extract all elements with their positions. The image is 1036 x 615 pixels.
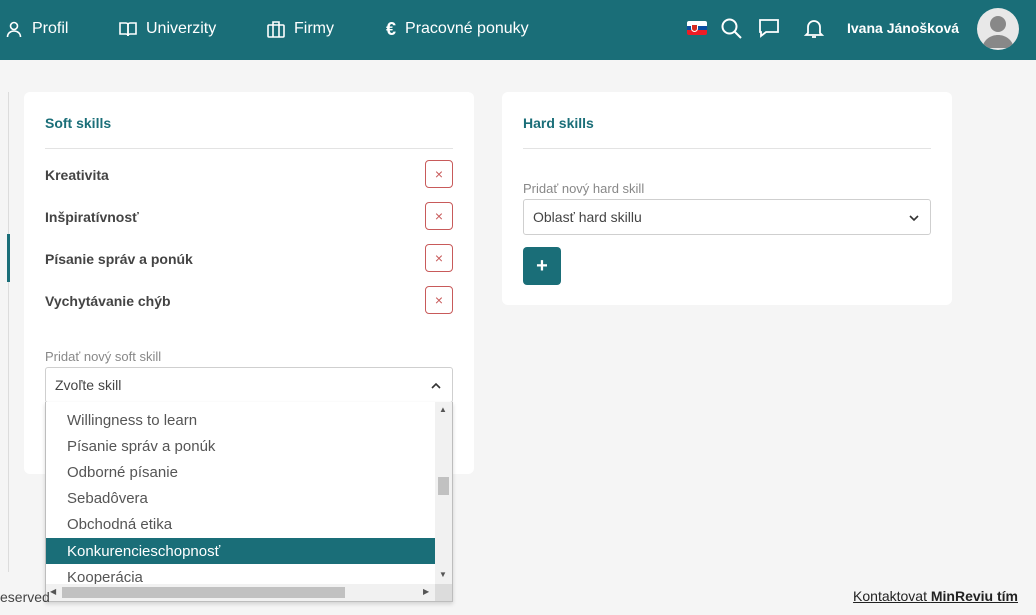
dropdown-option[interactable]: Sebadôvera <box>46 485 436 511</box>
skill-row: Kreativita × <box>45 160 453 195</box>
soft-skill-dropdown-list[interactable]: Willingness to learn Písanie správ a pon… <box>45 402 453 602</box>
skill-row: Inšpiratívnosť × <box>45 202 453 237</box>
hard-skill-select-value: Oblasť hard skillu <box>533 209 642 225</box>
add-soft-skill-label: Pridať nový soft skill <box>45 349 162 364</box>
hard-skills-title: Hard skills <box>523 115 594 131</box>
dropdown-option[interactable]: Písanie správ a ponúk <box>46 433 436 459</box>
slovak-flag-icon[interactable] <box>687 21 707 35</box>
euro-icon: € <box>386 18 397 39</box>
vertical-scrollbar[interactable]: ▲ ▼ <box>435 402 452 585</box>
username[interactable]: Ivana Jánošková <box>847 20 959 36</box>
building-icon <box>267 21 285 38</box>
scrollbar-corner <box>435 584 452 601</box>
user-icon <box>6 21 22 38</box>
chevron-up-icon <box>431 382 441 389</box>
nav-univerzity-label: Univerzity <box>146 20 217 37</box>
skill-name: Kreativita <box>45 167 109 183</box>
scroll-up-arrow-icon[interactable]: ▲ <box>439 405 447 414</box>
nav-univerzity[interactable]: Univerzity <box>118 0 216 58</box>
nav-firmy[interactable]: Firmy <box>266 0 334 58</box>
skill-row: Vychytávanie chýb × <box>45 286 453 321</box>
skill-name: Vychytávanie chýb <box>45 293 171 309</box>
close-icon: × <box>434 208 444 224</box>
divider <box>523 148 931 149</box>
nav-pracovne-ponuky[interactable]: € Pracovné ponuky <box>386 0 529 58</box>
divider <box>45 148 453 149</box>
skill-row: Písanie správ a ponúk × <box>45 244 453 279</box>
add-hard-skill-label: Pridať nový hard skill <box>523 181 645 196</box>
hard-skills-card: Hard skills Pridať nový hard skill Oblas… <box>502 92 952 305</box>
close-icon: × <box>434 250 444 266</box>
nav-profil-label: Profil <box>32 20 69 37</box>
nav-firmy-label: Firmy <box>294 20 334 37</box>
left-sidebar-active-marker <box>7 234 10 282</box>
horizontal-scrollbar[interactable]: ◀ ▶ <box>46 584 436 601</box>
delete-skill-button[interactable]: × <box>425 286 453 314</box>
hard-skill-select[interactable]: Oblasť hard skillu <box>523 199 931 235</box>
horizontal-scroll-thumb[interactable] <box>62 587 345 598</box>
book-icon <box>119 22 137 37</box>
chat-icon[interactable] <box>757 16 781 40</box>
scroll-down-arrow-icon[interactable]: ▼ <box>439 570 447 579</box>
bell-icon[interactable] <box>802 16 826 40</box>
footer-contact-link[interactable]: Kontaktovat MinReviu tím <box>853 588 1018 604</box>
top-navbar: Profil Univerzity Firmy € Pracovné ponuk… <box>0 0 1036 60</box>
dropdown-option[interactable]: Obchodná etika <box>46 511 436 537</box>
soft-skills-title: Soft skills <box>45 115 112 131</box>
footer-contact-text: Kontaktovat <box>853 588 927 604</box>
left-sidebar-edge <box>8 92 9 572</box>
vertical-scroll-thumb[interactable] <box>438 477 449 495</box>
skill-name: Inšpiratívnosť <box>45 209 139 225</box>
delete-skill-button[interactable]: × <box>425 244 453 272</box>
dropdown-option[interactable]: Willingness to learn <box>46 407 436 433</box>
delete-skill-button[interactable]: × <box>425 160 453 188</box>
search-icon[interactable] <box>719 16 743 40</box>
scroll-right-arrow-icon[interactable]: ▶ <box>423 587 429 596</box>
nav-profil[interactable]: Profil <box>4 0 68 58</box>
user-avatar-icon <box>982 16 1014 48</box>
add-hard-skill-button[interactable]: + <box>523 247 561 285</box>
scroll-left-arrow-icon[interactable]: ◀ <box>50 587 56 596</box>
close-icon: × <box>434 292 444 308</box>
footer-copyright: eserved <box>0 589 50 605</box>
soft-skill-select[interactable]: Zvoľte skill <box>45 367 453 403</box>
nav-ponuky-label: Pracovné ponuky <box>405 20 529 37</box>
delete-skill-button[interactable]: × <box>425 202 453 230</box>
skill-name: Písanie správ a ponúk <box>45 251 193 267</box>
chevron-down-icon <box>909 215 919 222</box>
close-icon: × <box>434 166 444 182</box>
dropdown-option-selected[interactable]: Konkurencieschopnosť <box>46 538 436 564</box>
footer-team-name: MinReviu tím <box>930 588 1018 604</box>
avatar[interactable] <box>977 8 1019 50</box>
soft-skill-select-value: Zvoľte skill <box>55 377 122 393</box>
dropdown-option[interactable]: Odborné písanie <box>46 459 436 485</box>
